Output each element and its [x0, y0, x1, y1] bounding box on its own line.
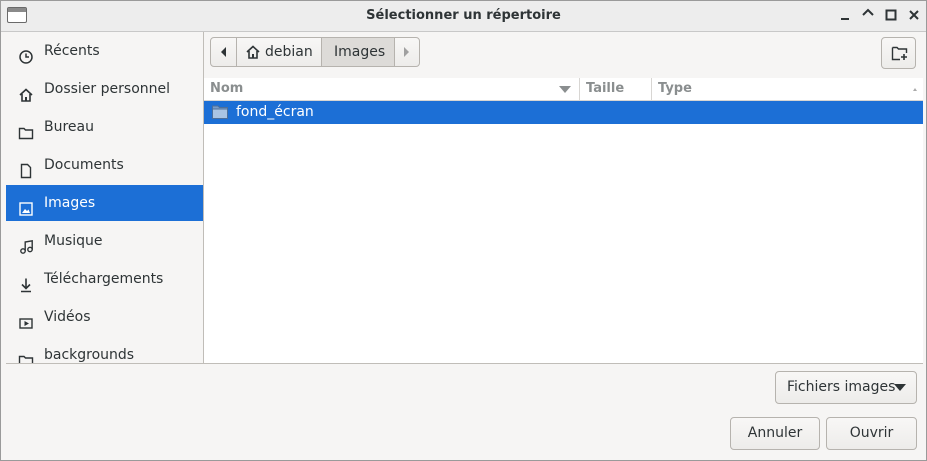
- maximize-icon[interactable]: [883, 7, 899, 23]
- column-header-label: Taille: [586, 81, 625, 96]
- file-type-filter[interactable]: Fichiers images: [775, 371, 917, 404]
- sort-descending-icon: [559, 86, 571, 93]
- titlebar: Sélectionner un répertoire: [1, 1, 926, 32]
- file-name: fond_écran: [236, 104, 314, 120]
- column-header-type[interactable]: Type: [652, 78, 923, 101]
- sidebar-item-music[interactable]: Musique: [6, 223, 203, 259]
- column-header-name[interactable]: Nom: [204, 78, 580, 101]
- sidebar-item-label: Bureau: [44, 119, 94, 135]
- path-segment-images[interactable]: Images: [321, 37, 395, 67]
- sidebar-item-images[interactable]: Images: [6, 185, 203, 221]
- minimize-icon[interactable]: [837, 7, 853, 23]
- sidebar-item-label: Vidéos: [44, 309, 91, 325]
- sidebar-item-label: Images: [44, 195, 96, 211]
- music-icon: [18, 233, 34, 254]
- sidebar-item-recents[interactable]: Récents: [6, 33, 203, 69]
- chevron-left-icon: [221, 47, 226, 57]
- sidebar-item-documents[interactable]: Documents: [6, 147, 203, 183]
- folder-icon: [18, 119, 34, 140]
- sidebar-item-label: Dossier personnel: [44, 81, 171, 97]
- clock-icon: [18, 43, 34, 64]
- path-segment-home[interactable]: debian: [236, 37, 322, 67]
- open-button[interactable]: Ouvrir: [826, 417, 917, 450]
- folder-icon: [18, 347, 34, 363]
- path-forward-button[interactable]: [394, 37, 420, 67]
- column-header-label: Type: [658, 81, 692, 96]
- sidebar-item-label: Téléchargements: [44, 271, 164, 287]
- column-header-size[interactable]: Taille: [580, 78, 652, 101]
- home-icon: [245, 44, 261, 64]
- document-icon: [18, 157, 34, 179]
- sidebar-item-backgrounds[interactable]: backgrounds: [6, 337, 203, 363]
- sidebar-item-videos[interactable]: Vidéos: [6, 299, 203, 335]
- file-list[interactable]: Nom Taille Type fond_écran: [204, 78, 923, 363]
- sidebar-item-downloads[interactable]: Téléchargements: [6, 261, 203, 297]
- file-row[interactable]: fond_écran: [204, 101, 923, 124]
- divider: [6, 363, 923, 364]
- download-icon: [18, 271, 34, 293]
- new-folder-button[interactable]: [881, 37, 916, 69]
- sidebar-item-label: Récents: [44, 43, 100, 59]
- chevron-right-icon: [404, 47, 409, 57]
- window-title: Sélectionner un répertoire: [366, 8, 561, 23]
- cancel-button[interactable]: Annuler: [730, 417, 820, 450]
- places-sidebar: Récents Dossier personnel Bureau Documen…: [6, 32, 204, 363]
- sidebar-item-label: backgrounds: [44, 347, 135, 363]
- folder-new-icon: [891, 45, 909, 65]
- close-icon[interactable]: [906, 7, 922, 23]
- sidebar-item-desktop[interactable]: Bureau: [6, 109, 203, 145]
- path-segment-label: Images: [334, 44, 386, 60]
- sidebar-item-label: Musique: [44, 233, 103, 249]
- video-icon: [18, 309, 34, 329]
- image-icon: [18, 195, 34, 216]
- file-chooser-dialog: Sélectionner un répertoire Récents Dossi…: [0, 0, 927, 461]
- path-back-button[interactable]: [210, 37, 237, 67]
- home-icon: [18, 81, 34, 102]
- sidebar-item-home[interactable]: Dossier personnel: [6, 71, 203, 107]
- chevron-down-icon: [894, 384, 906, 391]
- sidebar-item-label: Documents: [44, 157, 124, 173]
- column-header-label: Nom: [210, 81, 244, 96]
- resize-grip-icon: [913, 88, 917, 91]
- path-segment-label: debian: [265, 44, 313, 60]
- restore-icon[interactable]: [860, 7, 876, 23]
- folder-icon: [212, 105, 228, 119]
- filter-label: Fichiers images: [787, 379, 896, 395]
